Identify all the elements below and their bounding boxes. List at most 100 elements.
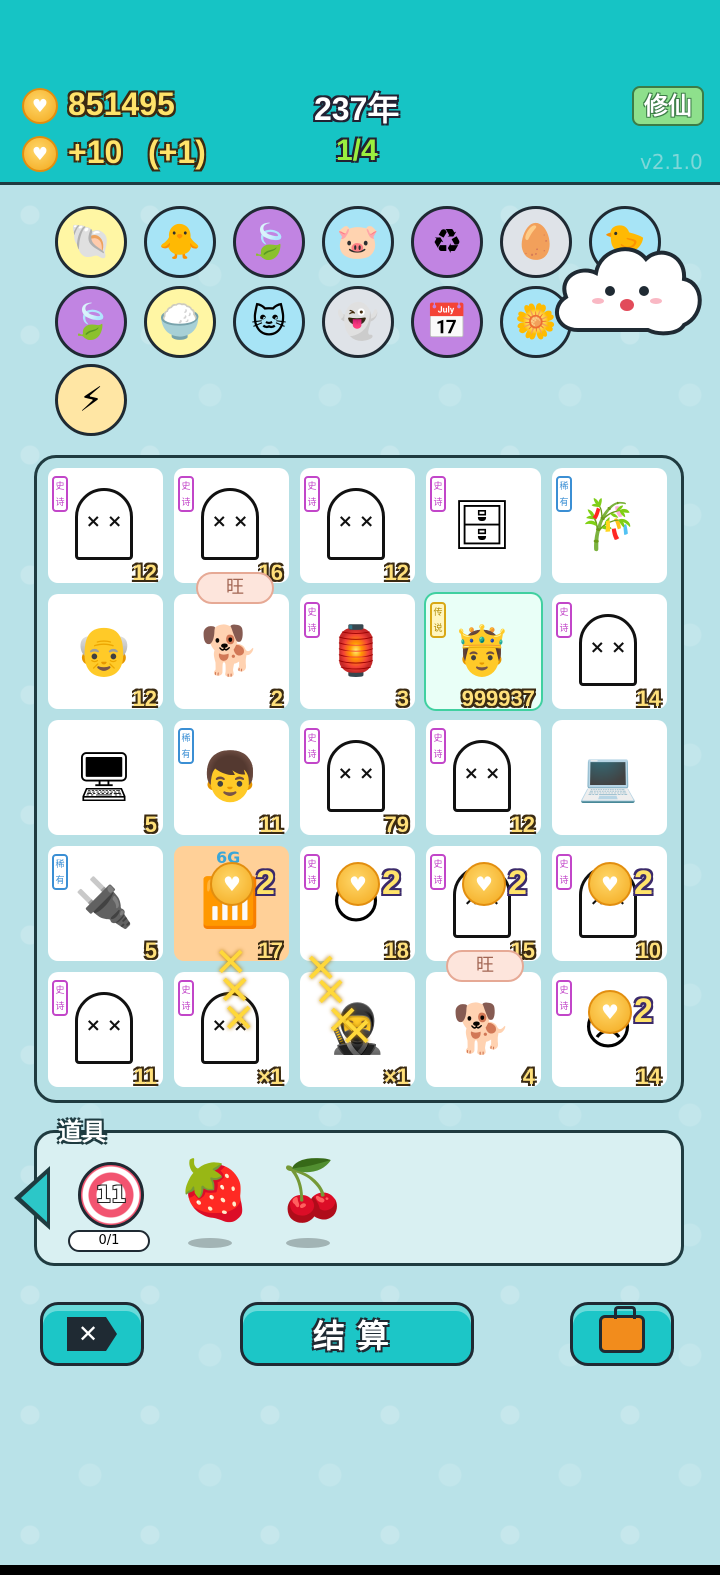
leaf-icon[interactable]: 🍃	[55, 286, 127, 358]
cultivate-button[interactable]: 修仙	[632, 86, 704, 126]
board-tile[interactable]: 稀有 🔌 5	[48, 846, 163, 963]
tile-count: ×1	[257, 1064, 283, 1089]
rarity-tag: 传说	[430, 602, 446, 638]
coin-rate: +10	[68, 134, 123, 170]
tile-count: 11	[259, 812, 283, 837]
tile-count: 2	[270, 686, 283, 711]
coin-rate-icon: ♥	[22, 136, 58, 172]
tile-count: 4	[522, 1064, 535, 1089]
coin-reward-icon: ♥	[588, 862, 632, 906]
board-tile[interactable]: 史诗16	[174, 468, 289, 585]
shell-icon[interactable]: 🐚	[55, 206, 127, 278]
coin-reward-icon: ♥	[210, 862, 254, 906]
rarity-tag: 史诗	[178, 980, 194, 1016]
chick-egg-icon[interactable]: 🐥	[144, 206, 216, 278]
ghost-icon	[320, 738, 392, 814]
backpack-button[interactable]	[570, 1302, 674, 1366]
rarity-tag: 史诗	[52, 476, 68, 512]
ghost-body	[327, 740, 385, 812]
board-tile[interactable]: 🖥 5	[48, 720, 163, 837]
board-tile[interactable]: 💻	[552, 720, 667, 835]
target-number: 11	[95, 1182, 127, 1208]
rarity-tag: 史诗	[304, 728, 320, 764]
tile-count: 999937	[461, 686, 535, 711]
ghost-body	[75, 488, 133, 560]
settle-label: 结算	[312, 1317, 401, 1355]
cloud-mascot-icon[interactable]	[548, 235, 706, 345]
tile-count: 14	[636, 1064, 661, 1089]
ghost-body	[327, 488, 385, 560]
dog-icon: 🐕	[452, 1000, 512, 1057]
tile-count: 12	[510, 812, 535, 837]
board-tile[interactable]: 传说 🤴 999937	[426, 594, 541, 711]
stage-progress: 1/4	[336, 134, 378, 167]
version-label: v2.1.0	[640, 150, 703, 174]
bayberry-shadow	[286, 1238, 330, 1248]
strawberry-shadow	[188, 1238, 232, 1248]
board-tile[interactable]: 史诗 79	[300, 720, 415, 837]
coin-reward-icon: ♥	[588, 990, 632, 1034]
coin-balance: 851495	[68, 86, 175, 122]
board-tile[interactable]: 史诗 11	[48, 972, 163, 1089]
ghost-icon[interactable]: 👻	[322, 286, 394, 358]
board-tile[interactable]: 👴 12	[48, 594, 163, 711]
board-tile[interactable]: 史诗 12	[300, 468, 415, 585]
coin-gain-number: 2	[382, 864, 401, 902]
tile-count: 18	[384, 938, 409, 963]
calendar-icon[interactable]: 📅	[411, 286, 483, 358]
piggy-bank-icon[interactable]: 🐷	[322, 206, 394, 278]
briefcase-icon	[599, 1306, 645, 1353]
board-tile[interactable]: 史诗 🏮 3	[300, 594, 415, 711]
target-item[interactable]: 11	[78, 1162, 144, 1228]
rarity-tag: 史诗	[430, 476, 446, 512]
monitor-icon: 🖥	[73, 748, 135, 805]
recycle-icon[interactable]: ♻	[411, 206, 483, 278]
rarity-tag: 史诗	[556, 602, 572, 638]
ghost-icon	[446, 738, 518, 814]
dog-icon: 🐕	[200, 622, 260, 679]
system-nav-bar	[0, 1565, 720, 1575]
gold-x-effect-icon: ✕	[340, 1010, 374, 1056]
board-tile[interactable]: 史诗 14	[552, 594, 667, 711]
board-tile[interactable]: 稀有 👦 11	[174, 720, 289, 837]
tools-title: 道具	[58, 1118, 106, 1146]
ghost-body	[75, 992, 133, 1064]
tile-count: 11	[133, 1064, 157, 1089]
coin-bonus: (+1)	[148, 134, 206, 170]
tile-count: 12	[384, 560, 409, 585]
rice-bowl-icon[interactable]: 🍚	[144, 286, 216, 358]
rarity-tag: 史诗	[556, 854, 572, 890]
board-tile[interactable]: 史诗 🗄	[426, 468, 541, 583]
target-usage-count: 0/1	[68, 1230, 150, 1252]
rarity-tag: 稀有	[178, 728, 194, 764]
tile-count: ×1	[383, 1064, 409, 1089]
tile-count: 5	[144, 812, 157, 837]
lightning-icon[interactable]: ⚡	[55, 364, 127, 436]
king-icon: 🤴	[452, 622, 512, 679]
house-icon: 🏮	[326, 622, 386, 679]
board-tile[interactable]: 稀有 🎋	[552, 468, 667, 583]
rarity-tag: 史诗	[304, 602, 320, 638]
tools-prev-arrow-inner[interactable]	[21, 1174, 47, 1222]
strawberry-icon[interactable]: 🍓	[178, 1156, 250, 1225]
board-tile[interactable]: 🐕 2	[174, 594, 289, 711]
rarity-tag: 史诗	[52, 980, 68, 1016]
rarity-tag: 稀有	[556, 476, 572, 512]
pc-tower-icon: 🔌	[74, 874, 134, 931]
coin-icon: ♥	[22, 88, 58, 124]
board-tile[interactable]: 史诗 12	[426, 720, 541, 837]
gold-x-effect-icon: ✕	[222, 996, 256, 1042]
bayberry-icon[interactable]: 🍒	[276, 1156, 348, 1225]
desktop-icon: 💻	[578, 748, 638, 805]
tile-count: 12	[132, 560, 157, 585]
rarity-tag: 史诗	[304, 854, 320, 890]
board-tile[interactable]: 史诗 12	[48, 468, 163, 585]
leaf-icon[interactable]: 🍃	[233, 206, 305, 278]
settle-button[interactable]: 结算	[240, 1302, 474, 1366]
cat-icon[interactable]: 🐱	[233, 286, 305, 358]
board-tile[interactable]: 🐕 4	[426, 972, 541, 1089]
delete-button[interactable]: ✕	[40, 1302, 144, 1366]
rarity-tag: 稀有	[52, 854, 68, 890]
delete-icon: ✕	[67, 1317, 117, 1351]
tile-count: 12	[132, 686, 157, 711]
